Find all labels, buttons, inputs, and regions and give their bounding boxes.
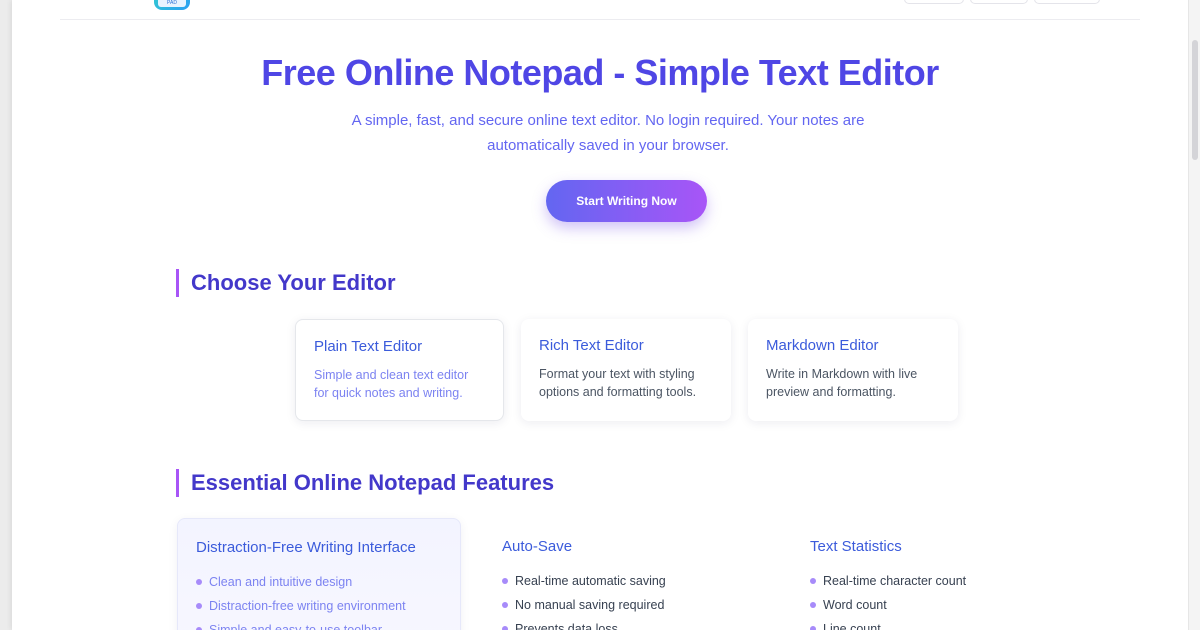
list-item: Real-time automatic saving bbox=[502, 569, 750, 593]
feature-card-text-statistics: Text Statistics Real-time character coun… bbox=[792, 518, 1076, 630]
card-title: Rich Text Editor bbox=[539, 337, 644, 354]
card-description: Write in Markdown with live preview and … bbox=[766, 367, 918, 399]
start-writing-button[interactable]: Start Writing Now bbox=[546, 180, 707, 222]
feature-card-auto-save: Auto-Save Real-time automatic saving No … bbox=[484, 518, 768, 630]
editors-section-title: Choose Your Editor bbox=[176, 269, 396, 297]
feature-list: Clean and intuitive design Distraction-f… bbox=[196, 570, 442, 630]
bullet-icon bbox=[196, 603, 202, 609]
nav-button-3[interactable] bbox=[1034, 0, 1100, 4]
list-item-text: Distraction-free writing environment bbox=[209, 599, 406, 613]
site-header: PAD bbox=[60, 0, 1140, 20]
list-item-text: Word count bbox=[823, 598, 887, 612]
feature-card-distraction-free: Distraction-Free Writing Interface Clean… bbox=[177, 518, 461, 630]
scrollbar-thumb[interactable] bbox=[1192, 40, 1198, 160]
list-item: Line count bbox=[810, 617, 1058, 630]
plain-text-editor-card[interactable]: Plain Text Editor Simple and clean text … bbox=[295, 319, 504, 421]
nav-button-1[interactable] bbox=[904, 0, 964, 4]
list-item-text: No manual saving required bbox=[515, 598, 665, 612]
list-item: Word count bbox=[810, 593, 1058, 617]
nav-button-2[interactable] bbox=[970, 0, 1028, 4]
bullet-icon bbox=[502, 626, 508, 630]
hero-subtitle: A simple, fast, and secure online text e… bbox=[351, 112, 865, 154]
list-item-text: Real-time automatic saving bbox=[515, 574, 666, 588]
list-item: Simple and easy-to-use toolbar bbox=[196, 618, 442, 630]
features-section-title: Essential Online Notepad Features bbox=[176, 469, 554, 497]
list-item: Prevents data loss bbox=[502, 617, 750, 630]
bullet-icon bbox=[502, 602, 508, 608]
browser-page: PAD Free Online Notepad - Simple Text Ed… bbox=[12, 0, 1188, 630]
bullet-icon bbox=[810, 626, 816, 630]
bullet-icon bbox=[810, 602, 816, 608]
feature-title: Distraction-Free Writing Interface bbox=[196, 539, 416, 556]
page-scrollbar[interactable] bbox=[1188, 0, 1200, 630]
list-item-text: Line count bbox=[823, 622, 881, 630]
list-item: No manual saving required bbox=[502, 593, 750, 617]
card-description: Simple and clean text editor for quick n… bbox=[314, 368, 469, 400]
site-logo[interactable]: PAD bbox=[154, 0, 190, 10]
feature-list: Real-time character count Word count Lin… bbox=[810, 569, 1058, 630]
hero-title: Free Online Notepad - Simple Text Editor bbox=[261, 52, 939, 93]
feature-title: Auto-Save bbox=[502, 538, 573, 555]
bullet-icon bbox=[810, 578, 816, 584]
list-item-text: Prevents data loss bbox=[515, 622, 618, 630]
card-title: Plain Text Editor bbox=[314, 338, 423, 355]
card-title: Markdown Editor bbox=[766, 337, 879, 354]
bullet-icon bbox=[502, 578, 508, 584]
logo-label: PAD bbox=[158, 0, 186, 7]
list-item: Real-time character count bbox=[810, 569, 1058, 593]
bullet-icon bbox=[196, 579, 202, 585]
list-item-text: Clean and intuitive design bbox=[209, 575, 353, 589]
list-item-text: Real-time character count bbox=[823, 574, 967, 588]
list-item: Distraction-free writing environment bbox=[196, 594, 442, 618]
feature-title: Text Statistics bbox=[810, 538, 902, 555]
list-item-text: Simple and easy-to-use toolbar bbox=[209, 623, 383, 630]
markdown-editor-card[interactable]: Markdown Editor Write in Markdown with l… bbox=[748, 319, 958, 421]
feature-list: Real-time automatic saving No manual sav… bbox=[502, 569, 750, 630]
list-item: Clean and intuitive design bbox=[196, 570, 442, 594]
card-description: Format your text with styling options an… bbox=[539, 367, 697, 399]
rich-text-editor-card[interactable]: Rich Text Editor Format your text with s… bbox=[521, 319, 731, 421]
